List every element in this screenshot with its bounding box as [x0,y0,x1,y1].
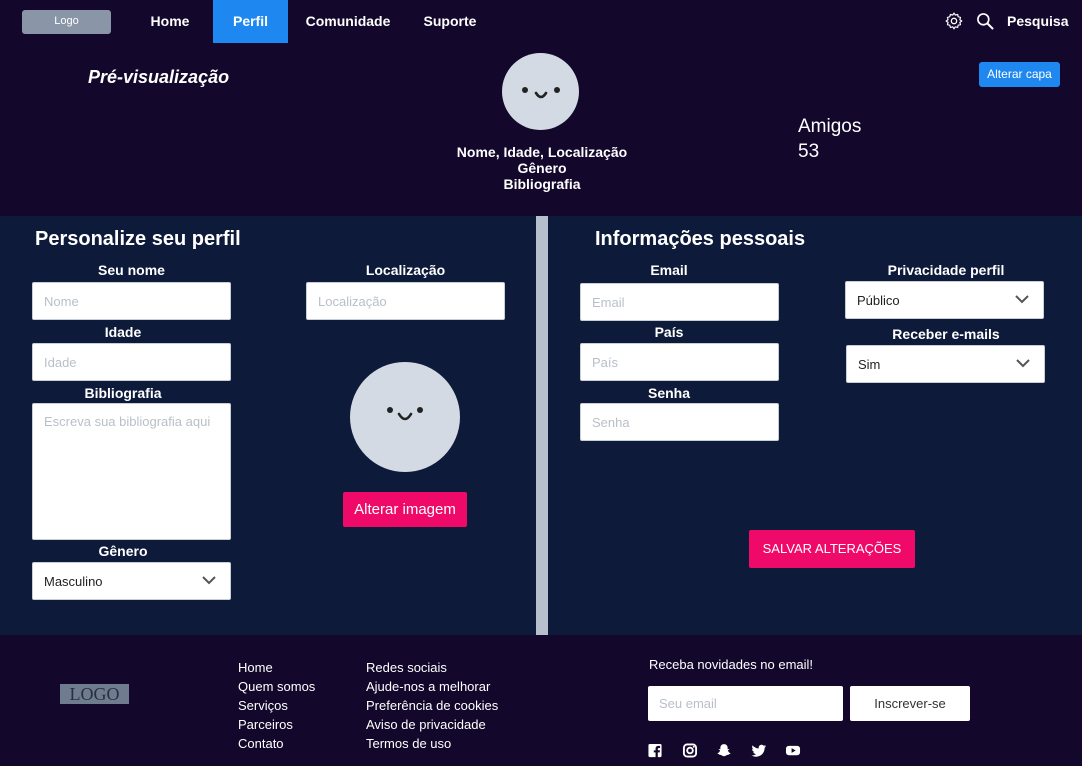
bio-label: Bibliografia [84,385,162,401]
emails-label: Receber e-mails [892,326,1000,342]
profile-info-bio: Bibliografia [503,176,581,192]
footer-links-main: Home Quem somos Serviços Parceiros Conta… [238,658,315,753]
search-icon[interactable] [975,11,995,31]
preview-title: Pré-visualização [88,67,230,87]
gender-value: Masculino [44,573,103,589]
password-label: Senha [647,385,690,401]
chevron-down-icon [1015,295,1029,304]
footer-link-cookies[interactable]: Preferência de cookies [366,696,498,715]
smiley-face-icon [522,87,560,99]
location-input[interactable]: Localização [306,282,505,320]
footer-link-privacy[interactable]: Aviso de privacidade [366,715,498,734]
save-changes-button[interactable]: SALVAR ALTERAÇÕES [749,530,915,568]
password-input[interactable]: Senha [580,403,779,441]
top-navbar: Logo Home Perfil Comunidade Suporte Pesq… [0,0,1082,43]
footer-link-about[interactable]: Quem somos [238,677,315,696]
nav-community[interactable]: Comunidade [302,0,394,43]
friends-count: 53 [798,141,820,162]
country-input[interactable]: País [580,343,779,381]
footer: LOGO Home Quem somos Serviços Parceiros … [0,635,1082,766]
snapchat-icon[interactable] [716,743,732,758]
chevron-down-icon [202,576,216,585]
chevron-down-icon [1016,359,1030,368]
gender-label: Gênero [98,543,148,559]
emails-value: Sim [858,356,881,372]
personal-info-title: Informações pessoais [595,228,806,250]
email-label: Email [650,262,688,278]
profile-image-preview [350,362,460,472]
location-label: Localização [365,262,446,278]
profile-info-gender: Gênero [517,160,567,176]
footer-links-secondary: Redes sociais Ajude-nos a melhorar Prefe… [366,658,498,753]
name-input[interactable]: Nome [32,282,231,320]
footer-link-feedback[interactable]: Ajude-nos a melhorar [366,677,498,696]
panel-divider [536,216,548,635]
profile-info: Nome, Idade, Localização Gênero Bibliogr… [442,144,642,192]
subscribe-button[interactable]: Inscrever-se [850,686,970,721]
bio-textarea[interactable]: Escreva sua bibliografia aqui [32,403,231,540]
gender-select[interactable]: Masculino [32,562,231,600]
age-input[interactable]: Idade [32,343,231,381]
footer-link-social[interactable]: Redes sociais [366,658,498,677]
friends-label: Amigos [798,116,862,137]
footer-link-partners[interactable]: Parceiros [238,715,315,734]
instagram-icon[interactable] [682,743,698,758]
youtube-icon[interactable] [785,743,801,758]
change-cover-button[interactable]: Alterar capa [979,62,1060,87]
footer-link-home[interactable]: Home [238,658,315,677]
emails-select[interactable]: Sim [846,345,1045,383]
logo[interactable]: Logo [22,10,111,34]
nav-home[interactable]: Home [140,0,200,43]
profile-avatar [502,53,579,130]
privacy-select[interactable]: Público [845,281,1044,319]
friends-summary: Amigos 53 [798,114,861,164]
twitter-icon[interactable] [751,743,767,758]
privacy-label: Privacidade perfil [887,262,1005,278]
age-label: Idade [104,324,142,340]
privacy-value: Público [857,292,900,308]
country-label: País [654,324,684,340]
footer-link-contact[interactable]: Contato [238,734,315,753]
footer-link-services[interactable]: Serviços [238,696,315,715]
email-input[interactable]: Email [580,283,779,321]
newsletter-email-input[interactable]: Seu email [648,686,843,721]
customize-title: Personalize seu perfil [35,228,241,250]
footer-link-terms[interactable]: Termos de uso [366,734,498,753]
footer-logo[interactable]: LOGO [60,684,129,704]
nav-support[interactable]: Suporte [418,0,482,43]
smiley-face-icon [387,407,423,421]
search-label[interactable]: Pesquisa [1007,0,1068,43]
nav-profile[interactable]: Perfil [213,0,288,43]
facebook-icon[interactable] [647,743,663,758]
gear-icon[interactable] [944,11,964,31]
profile-info-basics: Nome, Idade, Localização [456,144,628,160]
change-image-button[interactable]: Alterar imagem [343,492,467,527]
name-label: Seu nome [98,262,165,278]
newsletter-title: Receba novidades no email! [649,657,814,672]
